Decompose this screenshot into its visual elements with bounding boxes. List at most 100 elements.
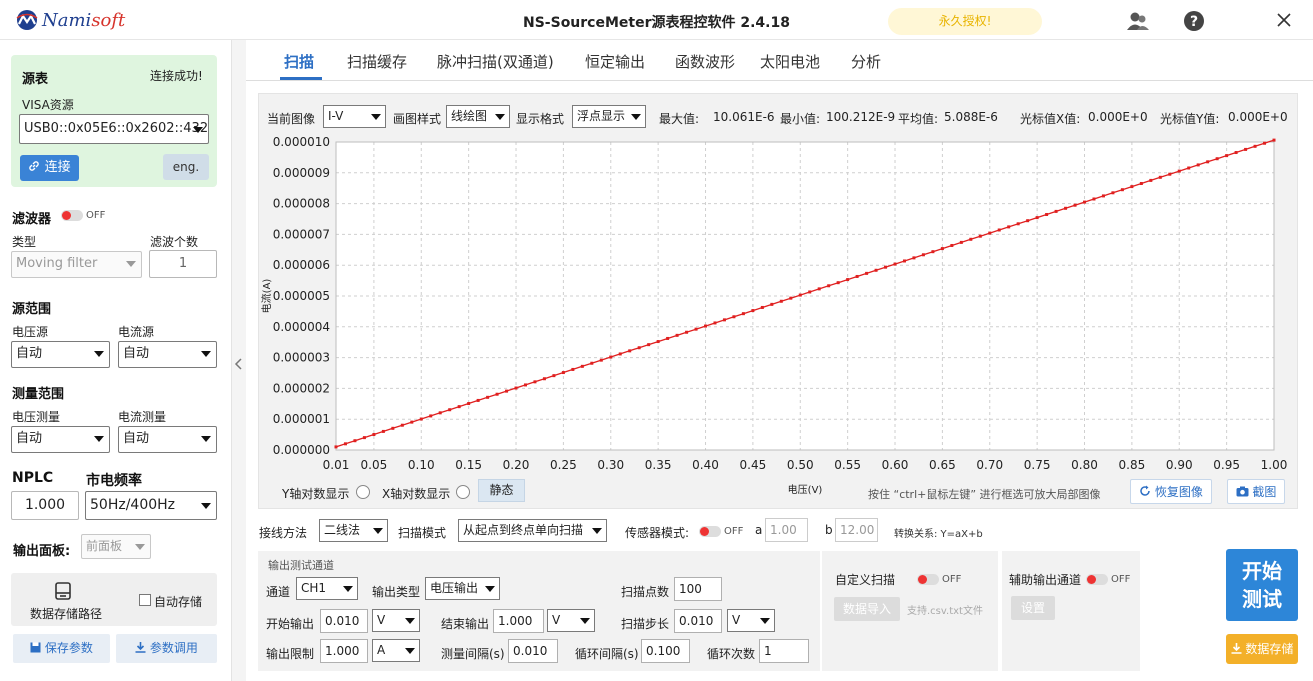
end-unit-select[interactable]: V bbox=[547, 609, 595, 632]
loop-interval-label: 循环间隔(s) bbox=[575, 647, 639, 661]
load-params-button[interactable]: 参数调用 bbox=[116, 634, 217, 663]
measure-interval-input[interactable]: 0.010 bbox=[508, 639, 558, 663]
x-tick-label: 0.01 bbox=[323, 458, 350, 472]
screenshot-button[interactable]: 截图 bbox=[1227, 479, 1285, 504]
zoom-hint: 按住 “ctrl+鼠标左键” 进行框选可放大局部图像 bbox=[868, 488, 1101, 501]
save-params-button[interactable]: 保存参数 bbox=[13, 634, 110, 663]
data-point bbox=[343, 442, 347, 446]
scan-mode-select[interactable]: 从起点到终点单向扫描 bbox=[458, 519, 607, 542]
data-point bbox=[836, 281, 840, 285]
current-source-select[interactable]: 自动 bbox=[118, 341, 217, 368]
coef-a-label: a bbox=[755, 523, 763, 537]
xlog-radio[interactable] bbox=[456, 485, 470, 499]
start-test-button[interactable]: 开始测试 bbox=[1226, 549, 1298, 621]
data-point bbox=[921, 253, 925, 257]
tab-pulse-scan[interactable]: 脉冲扫描(双通道) bbox=[437, 51, 554, 72]
plot-style-select[interactable]: 线绘图 bbox=[446, 105, 510, 128]
start-test-label: 开始测试 bbox=[1242, 559, 1282, 611]
data-point bbox=[618, 352, 622, 356]
scan-points-input[interactable]: 100 bbox=[674, 577, 722, 601]
help-icon[interactable]: ? bbox=[1182, 10, 1206, 32]
x-tick-label: 0.25 bbox=[550, 458, 577, 472]
min-value: 100.212E-9 bbox=[826, 110, 896, 124]
y-tick-label: 0.000006 bbox=[273, 258, 330, 272]
output-type-select[interactable]: 电压输出 bbox=[425, 577, 500, 600]
output-limit-input[interactable]: 1.000 bbox=[320, 639, 368, 663]
data-point bbox=[429, 414, 433, 418]
data-point bbox=[1026, 219, 1030, 223]
channel-select[interactable]: CH1 bbox=[296, 577, 358, 600]
chevron-left-icon[interactable] bbox=[232, 357, 246, 371]
step-unit-select[interactable]: V bbox=[727, 609, 775, 632]
data-point bbox=[1092, 197, 1096, 201]
auto-save-checkbox[interactable] bbox=[139, 594, 151, 606]
data-point bbox=[1272, 138, 1276, 142]
static-button[interactable]: 静态 bbox=[478, 479, 525, 502]
display-format-select[interactable]: 浮点显示 bbox=[572, 105, 646, 128]
restore-image-button[interactable]: 恢复图像 bbox=[1130, 479, 1212, 504]
start-unit-select[interactable]: V bbox=[372, 609, 420, 632]
data-point bbox=[732, 315, 736, 319]
language-button[interactable]: eng. bbox=[163, 154, 209, 180]
sidebar-collapse-bar[interactable] bbox=[232, 40, 246, 681]
tab-constant-output[interactable]: 恒定输出 bbox=[585, 51, 645, 72]
active-tab-indicator bbox=[280, 77, 322, 80]
data-point bbox=[675, 333, 679, 337]
x-tick-label: 0.85 bbox=[1119, 458, 1146, 472]
voltage-measure-select[interactable]: 自动 bbox=[11, 426, 110, 453]
custom-scan-toggle[interactable]: OFF bbox=[917, 572, 961, 586]
x-tick-label: 0.65 bbox=[929, 458, 956, 472]
visa-resource-select[interactable]: USB0::0x05E6::0x2602::432 bbox=[19, 114, 209, 144]
storage-path-label[interactable]: 数据存储路径 bbox=[30, 605, 102, 622]
image-select[interactable]: I-V bbox=[323, 105, 386, 128]
filter-count-input[interactable]: 1 bbox=[149, 250, 217, 278]
license-badge[interactable]: 永久授权! bbox=[888, 8, 1042, 35]
close-icon[interactable] bbox=[1272, 10, 1296, 32]
output-panel-select[interactable]: 前面板 bbox=[81, 534, 151, 559]
ylog-radio[interactable] bbox=[356, 485, 370, 499]
nplc-input[interactable]: 1.000 bbox=[11, 491, 79, 520]
aux-settings-button[interactable]: 设置 bbox=[1011, 596, 1055, 620]
iv-chart[interactable]: 0.000000 0.000001 0.000002 0.000003 0.000004… bbox=[258, 130, 1298, 500]
aux-output-toggle[interactable]: OFF bbox=[1086, 572, 1130, 586]
start-output-input[interactable]: 0.010 bbox=[320, 609, 368, 633]
tab-function-waveform[interactable]: 函数波形 bbox=[675, 51, 735, 72]
data-point bbox=[467, 402, 471, 406]
data-point bbox=[1016, 222, 1020, 226]
tab-analysis[interactable]: 分析 bbox=[851, 51, 881, 72]
x-axis-label: 电压(V) bbox=[788, 483, 823, 496]
data-point bbox=[902, 259, 906, 263]
data-save-button[interactable]: 数据存储 bbox=[1226, 634, 1298, 664]
voltage-source-select[interactable]: 自动 bbox=[11, 341, 110, 368]
user-icon[interactable] bbox=[1126, 10, 1150, 32]
storage-icon[interactable] bbox=[53, 581, 73, 604]
filter-type-select[interactable]: Moving filter bbox=[11, 251, 142, 278]
data-point bbox=[978, 234, 982, 238]
coef-b-input[interactable]: 12.00 bbox=[835, 518, 878, 542]
connect-button[interactable]: 连接 bbox=[20, 155, 79, 181]
data-point bbox=[362, 436, 366, 440]
scan-step-input[interactable]: 0.010 bbox=[674, 609, 722, 633]
wiring-method-select[interactable]: 二线法 bbox=[319, 519, 388, 542]
tab-scan[interactable]: 扫描 bbox=[284, 51, 314, 72]
mains-frequency-select[interactable]: 50Hz/400Hz bbox=[85, 491, 217, 520]
coef-b-label: b bbox=[825, 523, 833, 537]
loop-interval-input[interactable]: 0.100 bbox=[641, 639, 690, 663]
coef-a-input[interactable]: 1.00 bbox=[765, 518, 808, 542]
ylog-label: Y轴对数显示 bbox=[282, 487, 350, 501]
data-point bbox=[476, 398, 480, 402]
data-import-button[interactable]: 数据导入 bbox=[834, 597, 900, 621]
filter-toggle[interactable]: OFF bbox=[61, 208, 105, 222]
data-point bbox=[1101, 194, 1105, 198]
mains-frequency-label: 市电频率 bbox=[86, 473, 142, 489]
tab-solar-cell[interactable]: 太阳电池 bbox=[760, 51, 820, 72]
data-point bbox=[704, 324, 708, 328]
current-measure-select[interactable]: 自动 bbox=[118, 426, 217, 453]
limit-unit-select[interactable]: A bbox=[372, 639, 420, 662]
data-point bbox=[561, 371, 565, 375]
loop-count-input[interactable]: 1 bbox=[759, 639, 809, 663]
end-output-input[interactable]: 1.000 bbox=[493, 609, 544, 633]
tab-scan-buffer[interactable]: 扫描缓存 bbox=[347, 51, 407, 72]
data-point bbox=[1253, 144, 1257, 148]
sensor-mode-toggle[interactable]: OFF bbox=[699, 524, 743, 538]
